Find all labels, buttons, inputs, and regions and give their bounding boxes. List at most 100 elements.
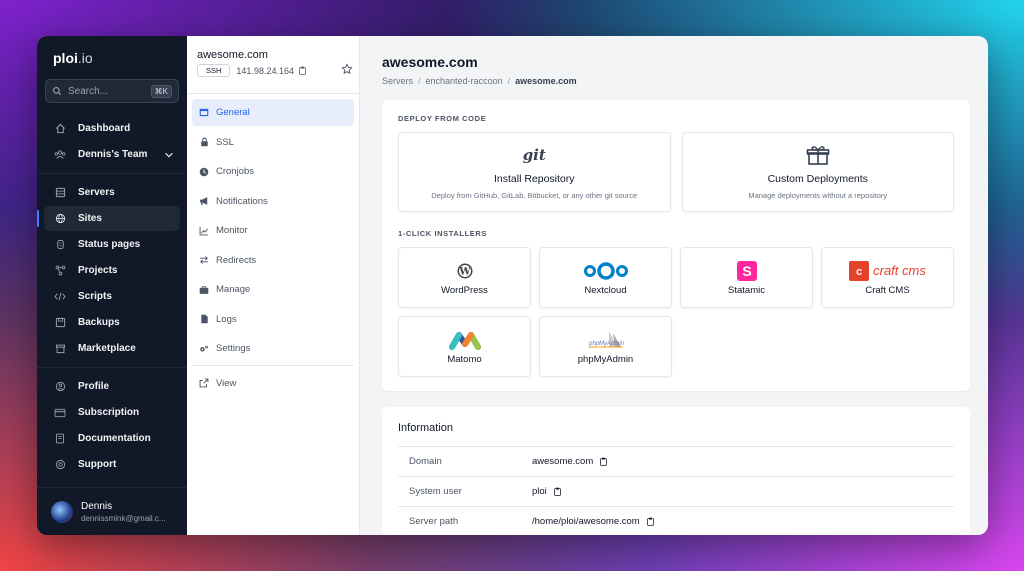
site-header: awesome.com SSH 141.98.24.164 <box>187 36 359 94</box>
sidebar-item-documentation[interactable]: Documentation <box>44 426 180 451</box>
clock-icon <box>199 167 209 177</box>
ssh-button[interactable]: SSH <box>197 64 231 77</box>
info-value: /home/ploi/awesome.com <box>532 516 640 527</box>
sidebar-item-support[interactable]: Support <box>44 452 180 477</box>
lock-icon <box>199 137 209 147</box>
page-title: awesome.com <box>382 54 478 70</box>
clipboard-icon[interactable] <box>553 487 562 496</box>
book-icon <box>54 433 66 445</box>
installer-nextcloud[interactable]: Nextcloud <box>539 247 672 308</box>
subnav-item-manage[interactable]: Manage <box>192 276 354 303</box>
clipboard-icon[interactable] <box>599 457 608 466</box>
arrows-icon <box>199 255 209 265</box>
gift-box-icon <box>806 145 830 165</box>
browser-icon <box>199 108 209 118</box>
sidebar-item-label: Dennis's Team <box>78 149 148 160</box>
info-value: awesome.com <box>532 456 594 467</box>
store-icon <box>54 343 66 355</box>
team-icon <box>54 149 66 161</box>
installer-statamic[interactable]: S Statamic <box>680 247 813 308</box>
information-title: Information <box>398 422 454 434</box>
briefcase-icon <box>199 285 209 295</box>
sidebar-item-sites[interactable]: Sites <box>37 206 180 231</box>
breadcrumb-servers[interactable]: Servers <box>382 76 413 86</box>
deploy-option-title: Custom Deployments <box>767 172 868 185</box>
star-icon[interactable] <box>341 63 353 75</box>
home-icon <box>54 123 66 135</box>
subnav-label: Redirects <box>216 254 257 266</box>
installer-phpmyadmin[interactable]: phpMyAdmin phpMyAdmin <box>539 316 672 377</box>
installer-name: Matomo <box>447 353 482 365</box>
sidebar-item-scripts[interactable]: Scripts <box>44 284 180 309</box>
search-shortcut: ⌘K <box>150 84 172 98</box>
git-icon: git <box>522 145 546 164</box>
breadcrumb-server[interactable]: enchanted-raccoon <box>426 76 503 86</box>
status-icon <box>54 239 66 251</box>
deploy-section-label: DEPLOY FROM CODE <box>398 114 487 123</box>
sidebar-item-subscription[interactable]: Subscription <box>44 400 180 425</box>
subnav-item-notifications[interactable]: Notifications <box>192 188 354 215</box>
user-email: dennissmink@gmail.c... <box>81 513 166 523</box>
divider <box>192 364 354 366</box>
subnav-item-cronjobs[interactable]: Cronjobs <box>192 158 354 185</box>
code-icon <box>54 291 66 303</box>
craft-logo-text: craft cms <box>873 263 926 278</box>
sidebar-item-dashboard[interactable]: Dashboard <box>44 116 180 141</box>
user-name: Dennis <box>81 500 113 512</box>
subnav-label: Logs <box>216 313 237 325</box>
clipboard-icon[interactable] <box>298 66 307 75</box>
user-profile[interactable]: Dennis dennissmink@gmail.c... <box>37 487 187 535</box>
svg-text:c: c <box>856 266 862 278</box>
phpmyadmin-logo-icon: phpMyAdmin <box>587 329 625 351</box>
logo[interactable]: ploi.io <box>37 36 187 78</box>
deploy-card: DEPLOY FROM CODE git Install Repository … <box>382 100 970 391</box>
sidebar-item-backups[interactable]: Backups <box>44 310 180 335</box>
installers-grid: W WordPress Nextcloud S Statamic c craft … <box>398 247 954 377</box>
information-card: Information Domain awesome.com System us… <box>382 407 970 535</box>
external-link-icon <box>199 378 209 388</box>
main-content: awesome.com Servers / enchanted-raccoon / aw… <box>360 36 988 535</box>
svg-text:W: W <box>458 266 471 277</box>
subnav-label: Monitor <box>216 225 248 236</box>
sidebar-item-label: Subscription <box>78 407 140 418</box>
server-icon <box>54 187 66 199</box>
installer-name: Statamic <box>728 284 765 296</box>
installer-craft-cms[interactable]: c craft cms Craft CMS <box>821 247 954 308</box>
custom-deployments-option[interactable]: Custom Deployments Manage deployments wi… <box>681 132 954 212</box>
sidebar-item-servers[interactable]: Servers <box>44 180 180 205</box>
sidebar-item-status-pages[interactable]: Status pages <box>44 232 180 257</box>
cog-icon <box>199 344 209 354</box>
info-row-system-user: System user ploi <box>398 476 954 506</box>
installer-wordpress[interactable]: W WordPress <box>398 247 531 308</box>
sidebar-item-profile[interactable]: Profile <box>44 374 180 399</box>
sidebar-item-team[interactable]: Dennis's Team <box>44 142 180 167</box>
installers-section-label: 1-CLICK INSTALLERS <box>398 229 487 238</box>
installer-matomo[interactable]: Matomo <box>398 316 531 377</box>
craft-cms-logo-icon: c craft cms <box>849 260 926 282</box>
subnav-item-general[interactable]: General <box>192 99 354 126</box>
subnav-label: SSL <box>216 136 234 148</box>
sidebar-item-label: Scripts <box>78 291 112 302</box>
sidebar-item-marketplace[interactable]: Marketplace <box>44 336 180 361</box>
clipboard-icon[interactable] <box>646 517 655 526</box>
install-repository-option[interactable]: git Install Repository Deploy from GitHu… <box>398 132 671 212</box>
breadcrumb-current: awesome.com <box>515 76 577 86</box>
sidebar-item-label: Sites <box>78 213 102 224</box>
sidebar-item-projects[interactable]: Projects <box>44 258 180 283</box>
sidebar-item-label: Profile <box>78 381 110 392</box>
subnav-item-settings[interactable]: Settings <box>192 335 354 362</box>
site-subnav: awesome.com SSH 141.98.24.164 General SS… <box>187 36 360 535</box>
backup-icon <box>54 317 66 329</box>
subnav-item-monitor[interactable]: Monitor <box>192 217 354 244</box>
support-icon <box>54 459 66 471</box>
sidebar-item-label: Backups <box>78 317 120 328</box>
installer-name: phpMyAdmin <box>577 353 634 365</box>
sidebar: ploi.io Search... ⌘K Dashboard Dennis's … <box>37 36 187 535</box>
subnav-item-redirects[interactable]: Redirects <box>192 247 354 274</box>
subnav-label: Settings <box>216 343 251 354</box>
subnav-item-ssl[interactable]: SSL <box>192 129 354 156</box>
subnav-item-logs[interactable]: Logs <box>192 306 354 333</box>
subnav-item-view[interactable]: View <box>192 370 354 397</box>
subnav-label: General <box>216 107 250 118</box>
search-input[interactable]: Search... ⌘K <box>45 79 179 103</box>
